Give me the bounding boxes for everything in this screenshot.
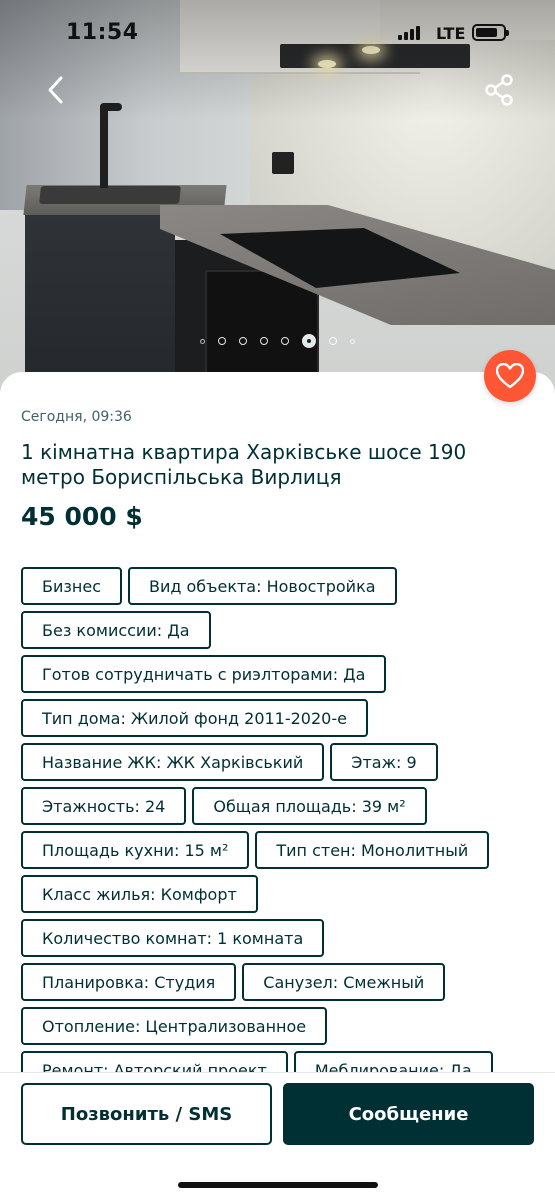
battery-tip [506,30,509,36]
parameter-tag: Вид объекта: Новостройка [127,567,397,605]
parameter-tag: Тип дома: Жилой фонд 2011-2020-е [21,699,368,737]
gallery-dot-active [302,334,316,348]
gallery-dot [200,338,205,344]
chevron-left-icon [48,76,63,104]
parameter-tag: Этажность: 24 [21,787,187,825]
parameter-tag: Количество комнат: 1 комната [21,919,325,957]
parameter-tag: Площадь кухни: 15 м² [21,831,250,869]
message-button[interactable]: Сообщение [283,1083,534,1145]
parameter-tag: Общая площадь: 39 м² [192,787,427,825]
parameter-tag: Без комиссии: Да [21,611,211,649]
gallery-dot [239,337,247,345]
home-indicator[interactable] [178,1182,378,1188]
parameter-tag: Тип стен: Монолитный [255,831,490,869]
parameter-tag: Этаж: 9 [330,743,438,781]
signal-icon [398,26,420,40]
parameter-tag: Готов сотрудничать с риэлторами: Да [21,655,387,693]
gallery-dot [329,337,337,345]
parameters-list: Бизнес Вид объекта: Новостройка Без комисс… [21,567,541,1089]
share-button[interactable] [480,70,520,110]
network-label: LTE [436,24,466,43]
gallery-dot [350,338,355,344]
listing-title: 1 кімнатна квартира Харківське шосе 190 … [21,440,467,489]
listing-price: 45 000 $ [21,502,143,531]
status-time: 11:54 [66,20,139,45]
call-sms-button[interactable]: Позвонить / SMS [21,1083,272,1145]
parameter-tag: Класс жилья: Комфорт [21,875,258,913]
battery-icon [472,24,509,41]
gallery-dot [260,337,268,345]
back-button[interactable] [38,70,78,110]
heart-icon [496,363,524,389]
parameter-tag: Бизнес [21,567,122,605]
parameter-tag: Планировка: Студия [21,963,237,1001]
parameter-tag: Отопление: Централизованное [21,1007,328,1045]
parameter-tag: Название ЖК: ЖК Харківський [21,743,325,781]
parameter-tag: Санузел: Смежный [242,963,446,1001]
gallery-dot [218,337,226,345]
battery-level [476,28,497,37]
favorite-button[interactable] [484,350,536,402]
listing-date: Сегодня, 09:36 [21,409,132,425]
gallery-dot [281,337,289,345]
gallery-pagination [0,334,555,348]
photo-sink [39,186,181,204]
share-icon [485,74,513,106]
photo-socket [272,152,294,174]
status-bar: 11:54 LTE [0,0,555,66]
